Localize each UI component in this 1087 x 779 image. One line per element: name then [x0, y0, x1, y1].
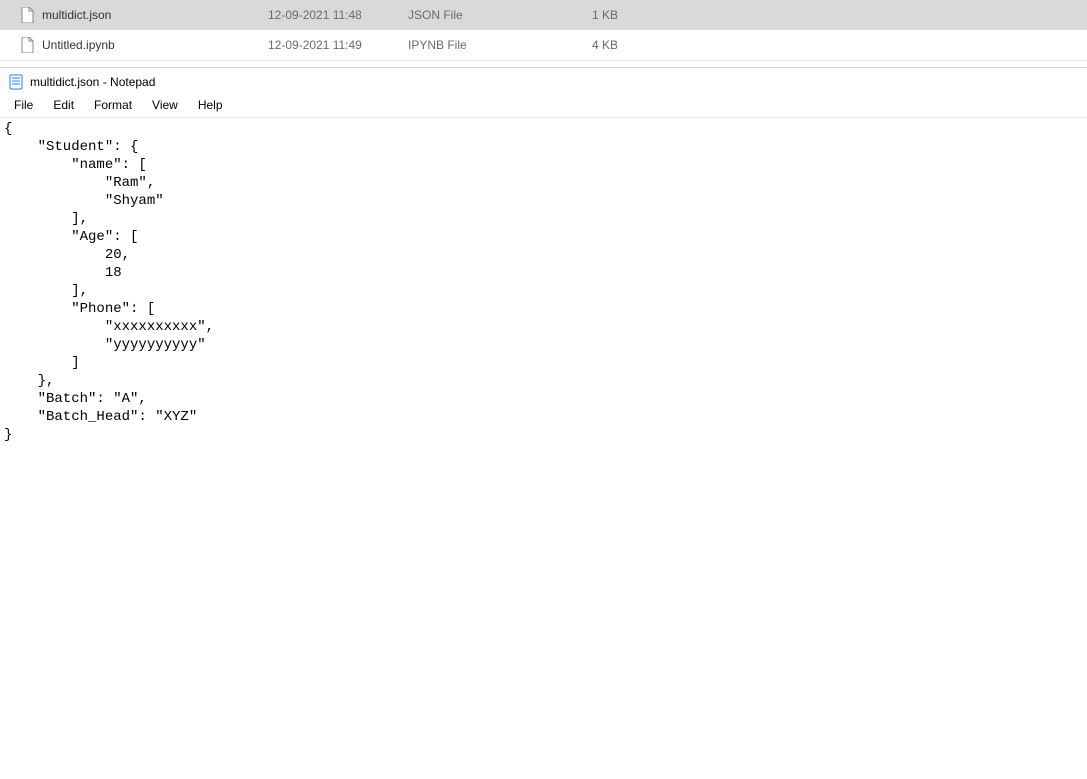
file-type: IPYNB File	[408, 38, 558, 52]
file-row[interactable]: Untitled.ipynb 12-09-2021 11:49 IPYNB Fi…	[0, 30, 1087, 60]
titlebar[interactable]: multidict.json - Notepad	[0, 68, 1087, 94]
menu-format[interactable]: Format	[84, 96, 142, 114]
file-date: 12-09-2021 11:48	[268, 8, 408, 22]
file-name: multidict.json	[42, 8, 111, 22]
file-icon	[20, 37, 36, 53]
file-list: multidict.json 12-09-2021 11:48 JSON Fil…	[0, 0, 1087, 61]
file-size: 4 KB	[558, 38, 618, 52]
menubar: File Edit Format View Help	[0, 94, 1087, 118]
menu-edit[interactable]: Edit	[43, 96, 84, 114]
notepad-window: multidict.json - Notepad File Edit Forma…	[0, 67, 1087, 779]
file-type: JSON File	[408, 8, 558, 22]
menu-file[interactable]: File	[4, 96, 43, 114]
window-title: multidict.json - Notepad	[30, 75, 155, 89]
menu-view[interactable]: View	[142, 96, 188, 114]
editor-content[interactable]: { "Student": { "name": [ "Ram", "Shyam" …	[0, 118, 1087, 779]
file-name: Untitled.ipynb	[42, 38, 115, 52]
file-row[interactable]: multidict.json 12-09-2021 11:48 JSON Fil…	[0, 0, 1087, 30]
menu-help[interactable]: Help	[188, 96, 233, 114]
file-size: 1 KB	[558, 8, 618, 22]
file-icon	[20, 7, 36, 23]
notepad-icon	[8, 74, 24, 90]
file-date: 12-09-2021 11:49	[268, 38, 408, 52]
